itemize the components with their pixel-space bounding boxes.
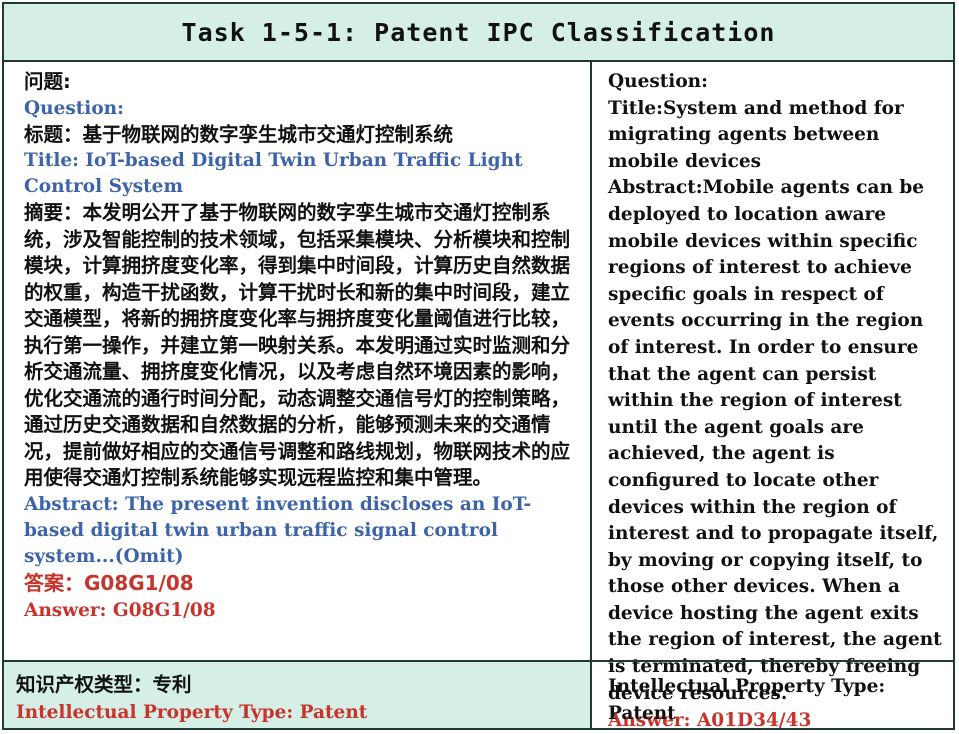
task-title: Task 1-5-1: Patent IPC Classification bbox=[4, 4, 953, 62]
ip-type-en: Intellectual Property Type: Patent bbox=[16, 701, 368, 723]
ip-type-footer-left: 知识产权类型：专利 Intellectual Property Type: Pa… bbox=[4, 660, 592, 728]
title-cn: 标题：基于物联网的数字孪生城市交通灯控制系统 bbox=[24, 122, 454, 146]
answer-cn: 答案：G08G1/08 bbox=[24, 570, 194, 595]
ip-type-cn: 知识产权类型：专利 bbox=[16, 673, 192, 696]
task-card: Task 1-5-1: Patent IPC Classification 问题… bbox=[2, 2, 955, 731]
question-label-en: Question: bbox=[24, 97, 124, 119]
answer-en: Answer: G08G1/08 bbox=[24, 599, 216, 621]
question-label-cn: 问题: bbox=[24, 70, 71, 93]
english-example-column: Question: Title:System and method for mi… bbox=[592, 60, 953, 731]
ip-type-right: Intellectual Property Type: Patent bbox=[608, 676, 886, 724]
question-label: Question: bbox=[608, 71, 708, 92]
ip-type-footer-right: Intellectual Property Type: Patent bbox=[592, 660, 953, 728]
abstract-en: Abstract: The present invention disclose… bbox=[24, 493, 532, 567]
abstract-cn: 摘要：本发明公开了基于物联网的数字孪生城市交通灯控制系统，涉及智能控制的技术领域… bbox=[24, 201, 571, 489]
chinese-example-column: 问题: Question: 标题：基于物联网的数字孪生城市交通灯控制系统 Tit… bbox=[4, 60, 592, 660]
title-en: Title: IoT-based Digital Twin Urban Traf… bbox=[24, 150, 523, 197]
title-text: Title:System and method for migrating ag… bbox=[608, 97, 904, 172]
abstract-text: Abstract:Mobile agents can be deployed t… bbox=[608, 177, 942, 704]
